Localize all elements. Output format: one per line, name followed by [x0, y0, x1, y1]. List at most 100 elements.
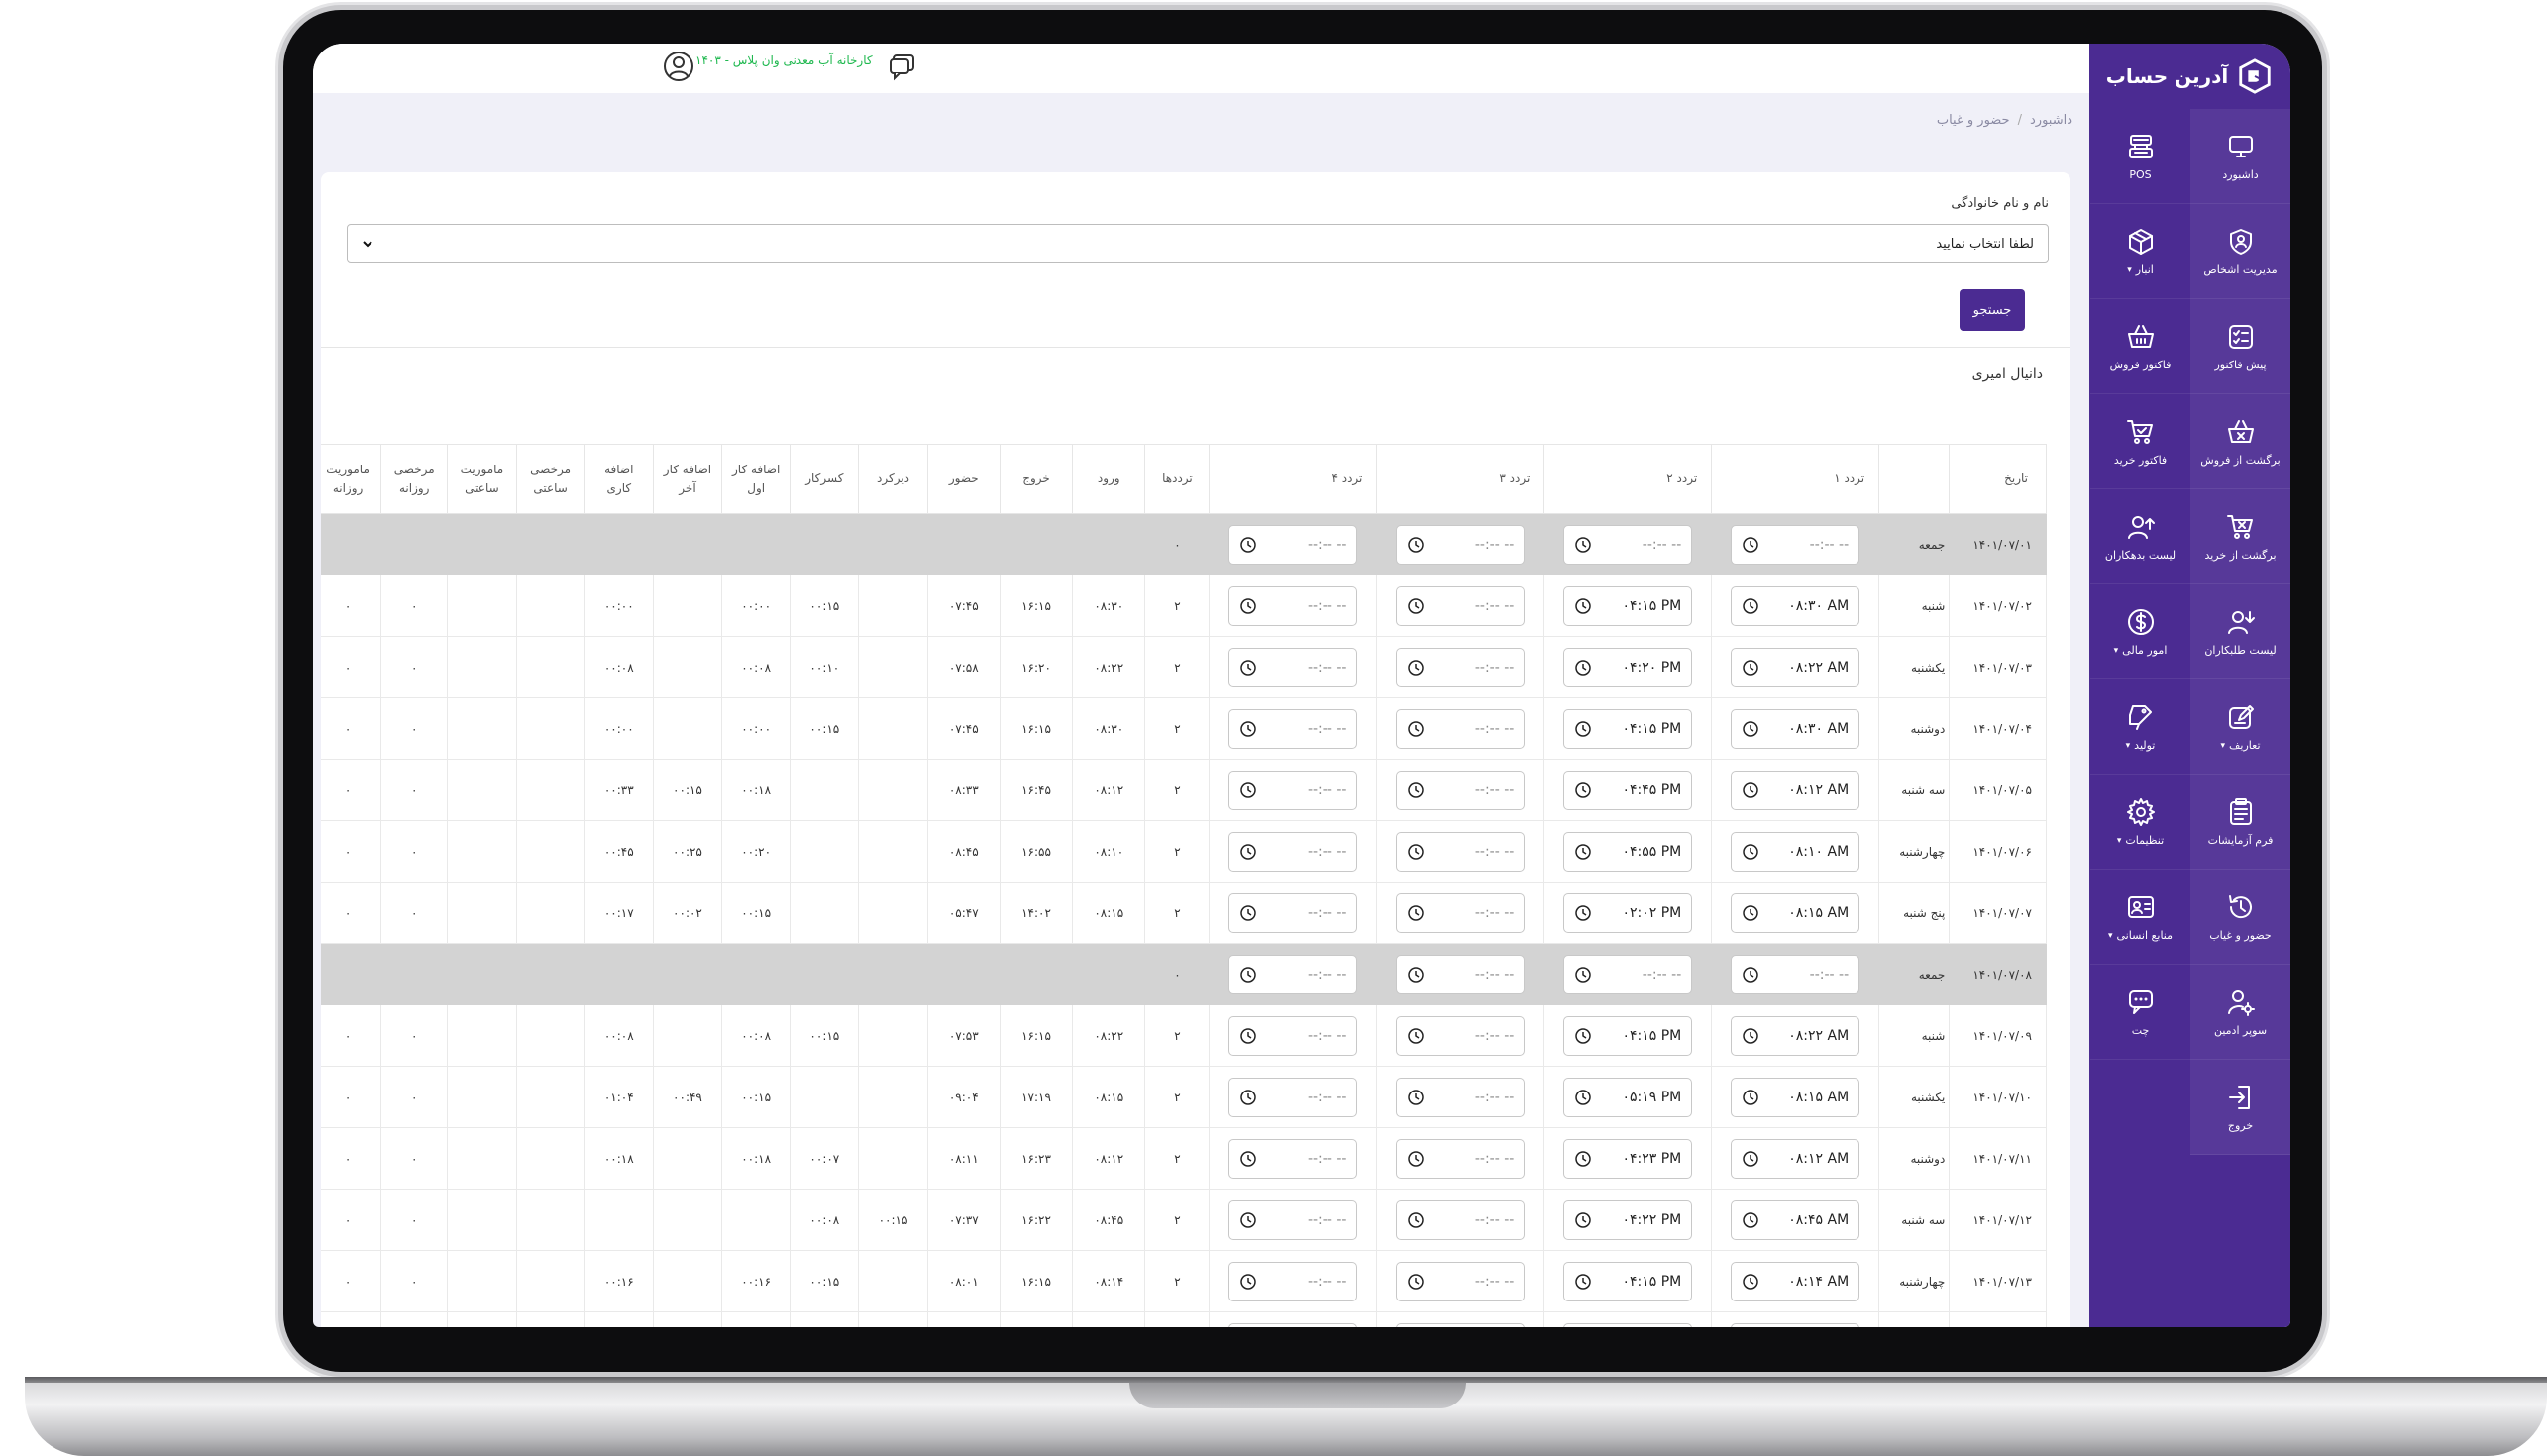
- breadcrumb-home[interactable]: داشبورد: [2030, 113, 2072, 128]
- sidebar-item-label: تولید ▾: [2125, 739, 2156, 752]
- time-input[interactable]: --:-- --: [1228, 1261, 1358, 1301]
- time-input[interactable]: --:-- --: [1228, 954, 1358, 994]
- time-input[interactable]: ۰۸:۳۰ AM: [1731, 585, 1860, 626]
- time-input[interactable]: ۰۲:۲۲ PM: [1563, 1322, 1693, 1327]
- time-input[interactable]: --:-- --: [1228, 708, 1358, 749]
- time-input[interactable]: ۰۴:۴۵ PM: [1563, 770, 1693, 810]
- clock-icon: [1575, 1150, 1591, 1167]
- time-input[interactable]: ۰۸:۱۲ AM: [1731, 1138, 1860, 1179]
- sidebar-item[interactable]: برگشت از خرید: [2190, 489, 2290, 584]
- time-input[interactable]: --:-- --: [1396, 831, 1526, 872]
- time-input[interactable]: --:-- --: [1228, 892, 1358, 933]
- time-input[interactable]: --:-- --: [1228, 1199, 1358, 1240]
- cell-in: ۰۸:۱۲: [1072, 1127, 1146, 1190]
- time-input[interactable]: ۰۴:۲۰ PM: [1563, 647, 1693, 687]
- cell-leave-h: [515, 1066, 585, 1128]
- sidebar-item[interactable]: داشبورد: [2190, 109, 2290, 204]
- sidebar-item[interactable]: تولید ▾: [2090, 679, 2190, 775]
- time-input[interactable]: --:-- --: [1228, 524, 1358, 565]
- time-input[interactable]: ۰۸:۱۴ AM: [1731, 1261, 1860, 1301]
- cart-check-icon: [2126, 420, 2153, 444]
- time-input[interactable]: ۰۸:۱۵ AM: [1731, 1077, 1860, 1117]
- time-input[interactable]: --:-- --: [1396, 524, 1526, 565]
- sidebar-item[interactable]: تعاریف ▾: [2190, 679, 2290, 775]
- sidebar-item[interactable]: حضور و غیاب: [2190, 870, 2290, 965]
- sidebar-item-label: سوپر ادمین: [2213, 1024, 2268, 1037]
- time-input[interactable]: --:-- --: [1731, 954, 1860, 994]
- sidebar-item[interactable]: برگشت از فروش: [2190, 394, 2290, 489]
- time-input[interactable]: --:-- --: [1396, 1261, 1526, 1301]
- sidebar-item[interactable]: لیست طلبکاران: [2190, 584, 2290, 679]
- time-input[interactable]: ۰۸:۰۰ AM: [1731, 1322, 1860, 1327]
- sidebar-item[interactable]: انبار ▾: [2090, 204, 2190, 299]
- time-input[interactable]: --:-- --: [1396, 647, 1526, 687]
- time-input[interactable]: --:-- --: [1563, 524, 1693, 565]
- time-input[interactable]: ۰۴:۱۵ PM: [1563, 708, 1693, 749]
- user-account-icon[interactable]: [662, 50, 695, 83]
- sidebar-item[interactable]: POS: [2090, 109, 2190, 204]
- sidebar-item[interactable]: منابع انسانی ▾: [2090, 870, 2190, 965]
- time-input[interactable]: ۰۸:۲۲ AM: [1731, 1015, 1860, 1056]
- time-input[interactable]: ۰۴:۱۵ PM: [1563, 1261, 1693, 1301]
- time-input[interactable]: ۰۸:۱۰ AM: [1731, 831, 1860, 872]
- attendance-table-wrapper[interactable]: تاریخ تردد ۱ تردد ۲ تردد ۳ تردد ۴ ترددها ورود خ…: [321, 444, 2047, 1327]
- time-input[interactable]: --:-- --: [1228, 1077, 1358, 1117]
- time-input[interactable]: --:-- --: [1731, 524, 1860, 565]
- time-input[interactable]: --:-- --: [1396, 1077, 1526, 1117]
- time-input[interactable]: --:-- --: [1228, 1138, 1358, 1179]
- time-input[interactable]: ۰۴:۱۵ PM: [1563, 1015, 1693, 1056]
- time-input[interactable]: --:-- --: [1563, 954, 1693, 994]
- sidebar-item[interactable]: فاکتور فروش: [2090, 299, 2190, 394]
- search-button[interactable]: جستجو: [1960, 289, 2025, 331]
- time-input[interactable]: --:-- --: [1396, 954, 1526, 994]
- time-input[interactable]: --:-- --: [1396, 1138, 1526, 1179]
- time-value: --:-- --: [1307, 781, 1347, 798]
- cell-transit-4: --:-- --: [1209, 697, 1378, 760]
- time-input[interactable]: ۰۸:۲۲ AM: [1731, 647, 1860, 687]
- user-up-icon: [2127, 516, 2155, 539]
- time-input[interactable]: ۰۲:۰۲ PM: [1563, 892, 1693, 933]
- sidebar-item[interactable]: سوپر ادمین: [2190, 965, 2290, 1060]
- time-input[interactable]: --:-- --: [1228, 770, 1358, 810]
- cell-mission-d: ۰: [321, 1127, 382, 1190]
- sidebar-item[interactable]: لیست بدهکاران: [2090, 489, 2190, 584]
- sidebar-item[interactable]: امور مالی ▾: [2090, 584, 2190, 679]
- time-input[interactable]: ۰۸:۴۵ AM: [1731, 1199, 1860, 1240]
- time-input[interactable]: ۰۴:۱۵ PM: [1563, 585, 1693, 626]
- time-input[interactable]: ۰۴:۲۲ PM: [1563, 1199, 1693, 1240]
- time-input[interactable]: ۰۴:۲۳ PM: [1563, 1138, 1693, 1179]
- column-header: اضافه کاری: [584, 444, 654, 514]
- sidebar-item[interactable]: فاکتور خرید: [2090, 394, 2190, 489]
- sidebar-item[interactable]: مدیریت اشخاص: [2190, 204, 2290, 299]
- time-input[interactable]: --:-- --: [1228, 1015, 1358, 1056]
- brand-logo[interactable]: آدرین حساب: [2089, 44, 2290, 109]
- time-input[interactable]: ۰۸:۳۰ AM: [1731, 708, 1860, 749]
- cell-day: سه شنبه: [1878, 759, 1951, 821]
- time-input[interactable]: ۰۵:۱۹ PM: [1563, 1077, 1693, 1117]
- time-input[interactable]: --:-- --: [1228, 1322, 1358, 1327]
- time-input[interactable]: ۰۸:۱۲ AM: [1731, 770, 1860, 810]
- sidebar-item[interactable]: تنظیمات ▾: [2090, 775, 2190, 870]
- time-input[interactable]: --:-- --: [1228, 585, 1358, 626]
- time-input[interactable]: --:-- --: [1396, 708, 1526, 749]
- column-header: خروج: [999, 444, 1074, 514]
- sidebar-item[interactable]: پیش فاکتور: [2190, 299, 2290, 394]
- time-input[interactable]: ۰۸:۱۵ AM: [1731, 892, 1860, 933]
- time-input[interactable]: --:-- --: [1228, 647, 1358, 687]
- time-value: ۰۵:۱۹ PM: [1622, 1089, 1682, 1105]
- time-input[interactable]: --:-- --: [1228, 831, 1358, 872]
- cell-leave-h: [515, 882, 585, 944]
- time-input[interactable]: --:-- --: [1396, 585, 1526, 626]
- time-input[interactable]: --:-- --: [1396, 1015, 1526, 1056]
- messages-icon[interactable]: [888, 52, 917, 81]
- time-input[interactable]: --:-- --: [1396, 892, 1526, 933]
- sidebar-item[interactable]: چت: [2090, 965, 2190, 1060]
- time-input[interactable]: ۰۴:۵۵ PM: [1563, 831, 1693, 872]
- employee-select[interactable]: لطفا انتخاب نمایید: [347, 224, 2049, 263]
- time-input[interactable]: --:-- --: [1396, 1322, 1526, 1327]
- sidebar-item[interactable]: خروج: [2190, 1060, 2290, 1155]
- time-input[interactable]: --:-- --: [1396, 770, 1526, 810]
- cell-day: شنبه: [1878, 1004, 1951, 1067]
- sidebar-item[interactable]: فرم آزمایشات: [2190, 775, 2290, 870]
- time-input[interactable]: --:-- --: [1396, 1199, 1526, 1240]
